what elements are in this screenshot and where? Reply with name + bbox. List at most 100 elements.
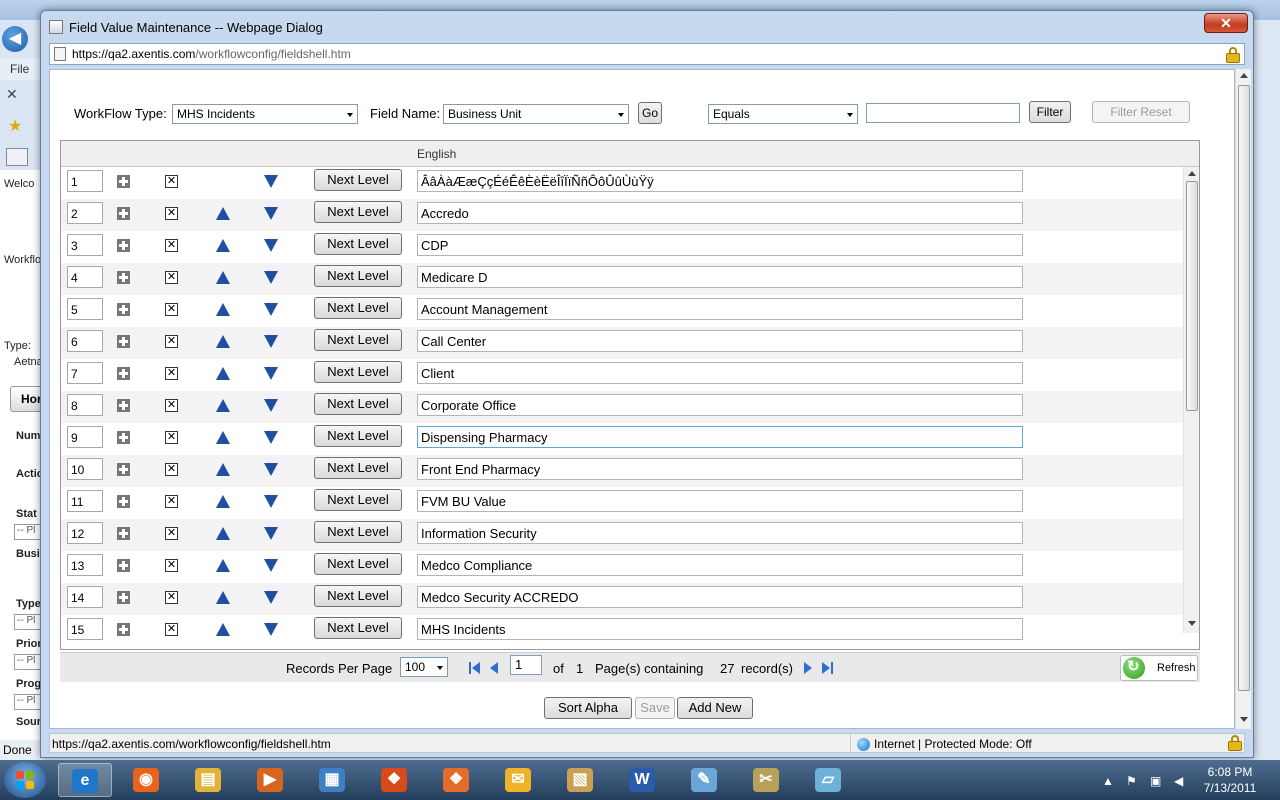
field-name-select[interactable]: Business Unit [443, 104, 629, 124]
go-button[interactable]: Go [638, 102, 662, 124]
english-value-input[interactable]: ÂâÀàÆæÇçÉéÊêÈèËëÎîÏïÑñÔôÛûÙùŸÿ [417, 170, 1023, 192]
delete-row-icon[interactable]: ✕ [165, 623, 178, 636]
move-up-icon[interactable] [216, 495, 230, 508]
add-row-icon[interactable] [117, 463, 130, 476]
add-row-icon[interactable] [117, 175, 130, 188]
sort-order-input[interactable]: 9 [67, 426, 103, 448]
move-down-icon[interactable] [264, 495, 278, 508]
taskbar-archive-app[interactable]: ▧ [554, 763, 608, 797]
add-row-icon[interactable] [117, 559, 130, 572]
delete-row-icon[interactable]: ✕ [165, 527, 178, 540]
english-value-input[interactable]: Call Center [417, 330, 1023, 352]
next-level-button[interactable]: Next Level [314, 361, 402, 383]
delete-row-icon[interactable]: ✕ [165, 559, 178, 572]
refresh-button[interactable]: Refresh [1120, 655, 1198, 681]
delete-row-icon[interactable]: ✕ [165, 431, 178, 444]
add-row-icon[interactable] [117, 527, 130, 540]
sort-order-input[interactable]: 1 [67, 170, 103, 192]
delete-row-icon[interactable]: ✕ [165, 463, 178, 476]
sort-order-input[interactable]: 10 [67, 458, 103, 480]
add-row-icon[interactable] [117, 399, 130, 412]
scroll-down-icon[interactable] [1240, 717, 1248, 722]
delete-row-icon[interactable]: ✕ [165, 239, 178, 252]
filter-reset-button[interactable]: Filter Reset [1092, 101, 1190, 123]
volume-icon[interactable]: ◀ [1174, 774, 1183, 788]
taskbar-axentis-app-2[interactable]: ❖ [430, 763, 484, 797]
action-center-icon[interactable]: ⚑ [1126, 774, 1137, 788]
sort-order-input[interactable]: 5 [67, 298, 103, 320]
move-up-icon[interactable] [216, 399, 230, 412]
move-down-icon[interactable] [264, 559, 278, 572]
add-row-icon[interactable] [117, 239, 130, 252]
next-level-button[interactable]: Next Level [314, 329, 402, 351]
english-value-input[interactable]: Medicare D [417, 266, 1023, 288]
next-level-button[interactable]: Next Level [314, 521, 402, 543]
taskbar-internet-explorer[interactable]: e [58, 763, 112, 797]
scroll-up-icon[interactable] [1188, 171, 1196, 176]
taskbar-file-manager[interactable]: ▦ [306, 763, 360, 797]
delete-row-icon[interactable]: ✕ [165, 303, 178, 316]
grid-scroll-thumb[interactable] [1186, 181, 1198, 411]
sort-order-input[interactable]: 7 [67, 362, 103, 384]
english-value-input[interactable]: Account Management [417, 298, 1023, 320]
next-level-button[interactable]: Next Level [314, 201, 402, 223]
next-level-button[interactable]: Next Level [314, 265, 402, 287]
move-down-icon[interactable] [264, 527, 278, 540]
sort-order-input[interactable]: 12 [67, 522, 103, 544]
start-button[interactable] [4, 762, 46, 798]
english-value-input[interactable]: Client [417, 362, 1023, 384]
next-level-button[interactable]: Next Level [314, 457, 402, 479]
taskbar-paint[interactable]: ✎ [678, 763, 732, 797]
sort-order-input[interactable]: 13 [67, 554, 103, 576]
taskbar-outlook[interactable]: ✉ [492, 763, 546, 797]
add-row-icon[interactable] [117, 303, 130, 316]
move-up-icon[interactable] [216, 367, 230, 380]
stop-icon[interactable]: ✕ [6, 86, 18, 103]
quick-tabs-icon[interactable] [6, 148, 28, 166]
previous-page-icon[interactable] [490, 662, 498, 674]
add-row-icon[interactable] [117, 591, 130, 604]
first-page-icon[interactable] [472, 662, 480, 674]
move-down-icon[interactable] [264, 623, 278, 636]
close-button[interactable]: ✕ [1204, 13, 1248, 33]
page-number-input[interactable]: 1 [510, 655, 542, 675]
move-down-icon[interactable] [264, 271, 278, 284]
add-row-icon[interactable] [117, 367, 130, 380]
next-level-button[interactable]: Next Level [314, 233, 402, 255]
move-up-icon[interactable] [216, 591, 230, 604]
move-down-icon[interactable] [264, 303, 278, 316]
english-value-input[interactable]: Front End Pharmacy [417, 458, 1023, 480]
move-up-icon[interactable] [216, 207, 230, 220]
home-tab[interactable]: Hor [10, 386, 44, 412]
show-hidden-icons-icon[interactable]: ▲ [1102, 774, 1114, 788]
add-row-icon[interactable] [117, 495, 130, 508]
move-down-icon[interactable] [264, 239, 278, 252]
network-icon[interactable]: ▣ [1150, 774, 1161, 788]
move-up-icon[interactable] [216, 431, 230, 444]
clock[interactable]: 6:08 PM 7/13/2011 [1190, 764, 1270, 796]
sort-order-input[interactable]: 4 [67, 266, 103, 288]
english-value-input[interactable]: Medco Compliance [417, 554, 1023, 576]
move-up-icon[interactable] [216, 271, 230, 284]
grid-scrollbar[interactable] [1183, 167, 1199, 633]
filter-input[interactable] [866, 103, 1020, 123]
english-value-input[interactable]: CDP [417, 234, 1023, 256]
scroll-up-icon[interactable] [1240, 73, 1248, 78]
next-level-button[interactable]: Next Level [314, 553, 402, 575]
next-level-button[interactable]: Next Level [314, 425, 402, 447]
next-level-button[interactable]: Next Level [314, 393, 402, 415]
back-button[interactable]: ◀ [2, 26, 28, 52]
delete-row-icon[interactable]: ✕ [165, 591, 178, 604]
move-up-icon[interactable] [216, 559, 230, 572]
add-row-icon[interactable] [117, 207, 130, 220]
delete-row-icon[interactable]: ✕ [165, 495, 178, 508]
move-up-icon[interactable] [216, 239, 230, 252]
move-up-icon[interactable] [216, 303, 230, 316]
next-level-button[interactable]: Next Level [314, 585, 402, 607]
sort-order-input[interactable]: 15 [67, 618, 103, 640]
move-down-icon[interactable] [264, 431, 278, 444]
move-down-icon[interactable] [264, 175, 278, 188]
taskbar-settings-tool[interactable]: ✂ [740, 763, 794, 797]
next-level-button[interactable]: Next Level [314, 169, 402, 191]
english-value-input[interactable]: Medco Security ACCREDO [417, 586, 1023, 608]
